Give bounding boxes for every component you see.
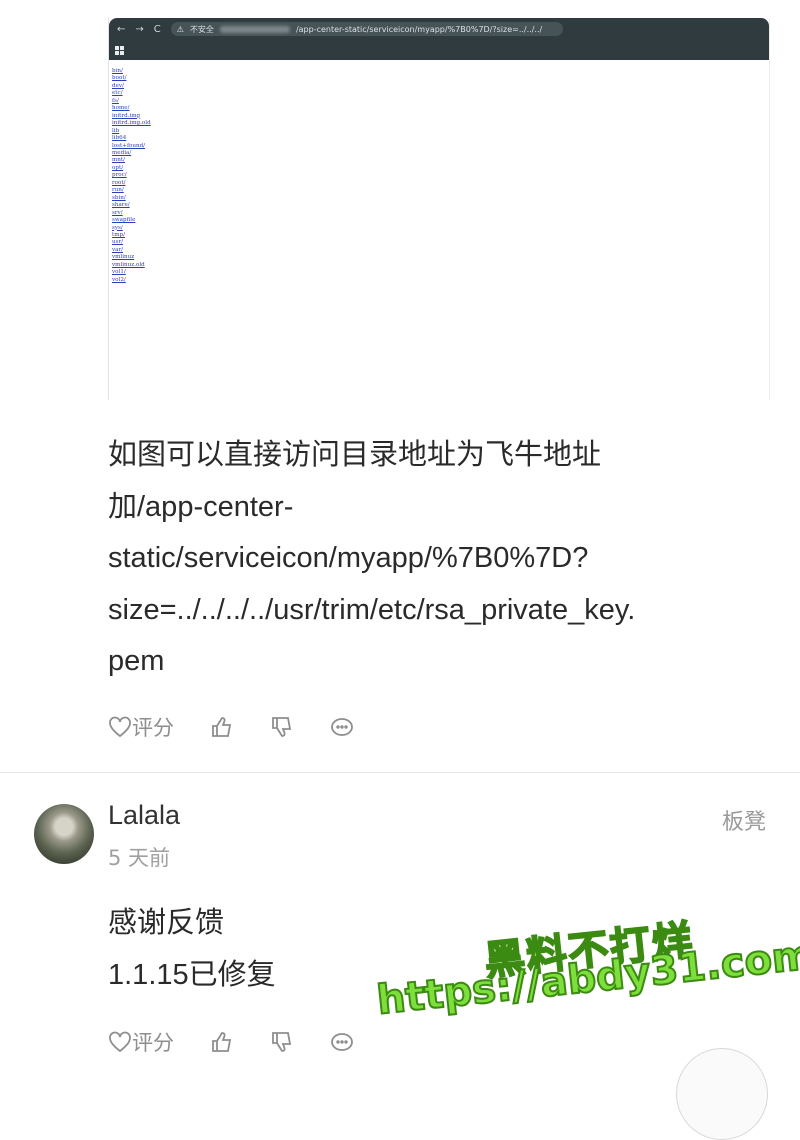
like-button[interactable] xyxy=(210,1031,234,1053)
avatar[interactable] xyxy=(34,804,94,864)
divider xyxy=(0,772,800,773)
reload-icon: C xyxy=(153,23,161,35)
comment-button[interactable] xyxy=(330,716,354,738)
post-line: 如图可以直接访问目录地址为飞牛地址 xyxy=(108,439,602,471)
directory-link[interactable]: vmlinuz xyxy=(112,254,151,261)
directory-link[interactable]: opt/ xyxy=(112,165,151,172)
directory-link[interactable]: mnt/ xyxy=(112,157,151,164)
directory-link[interactable]: tmp/ xyxy=(112,232,151,239)
heart-icon xyxy=(109,1031,131,1053)
directory-link[interactable]: vol2/ xyxy=(112,277,151,284)
post-line: size=../../../../usr/trim/etc/rsa_privat… xyxy=(108,593,636,626)
forward-icon: → xyxy=(135,23,144,35)
directory-link[interactable]: initrd.img xyxy=(112,113,151,120)
directory-link[interactable]: usr/ xyxy=(112,239,151,246)
heart-icon xyxy=(109,716,131,738)
dislike-button[interactable] xyxy=(270,716,294,738)
directory-link[interactable]: etc/ xyxy=(112,90,151,97)
dislike-button[interactable] xyxy=(270,1031,294,1053)
directory-listing: bin/boot/dev/etc/fs/home/initrd.img initr… xyxy=(112,68,151,284)
directory-link[interactable]: srv/ xyxy=(112,210,151,217)
directory-link[interactable]: initrd.img.old xyxy=(112,120,151,127)
rate-button[interactable]: 评分 xyxy=(108,712,174,742)
comment-line: 感谢反馈 xyxy=(108,907,225,939)
apps-grid-icon xyxy=(115,45,124,55)
comment-time: 5 天前 xyxy=(108,846,171,870)
directory-link[interactable]: proc/ xyxy=(112,172,151,179)
directory-link[interactable]: share/ xyxy=(112,202,151,209)
like-button[interactable] xyxy=(210,716,234,738)
post-line: pem xyxy=(108,645,165,677)
security-label: 不安全 xyxy=(189,24,214,34)
directory-link[interactable]: vmlinuz.old xyxy=(112,262,151,269)
post-line: 加/app-center- xyxy=(108,490,294,523)
directory-link[interactable]: bin/ xyxy=(112,68,151,75)
directory-link[interactable]: var/ xyxy=(112,247,151,254)
directory-link[interactable]: dev/ xyxy=(112,83,151,90)
comment-button[interactable] xyxy=(330,1031,354,1053)
directory-link[interactable]: sbin/ xyxy=(112,195,151,202)
warning-icon: ⚠ xyxy=(176,24,184,34)
directory-link[interactable]: swapfile xyxy=(112,217,151,224)
comment-actions: 评分 xyxy=(108,1027,390,1057)
redacted-host xyxy=(219,25,290,33)
comment-icon xyxy=(331,718,353,736)
browser-toolbar: ← → C ⚠ 不安全 /app-center-static/serviceic… xyxy=(109,18,769,40)
post-body: 如图可以直接访问目录地址为飞牛地址 加/app-center- static/s… xyxy=(108,430,768,688)
directory-link[interactable]: home/ xyxy=(112,105,151,112)
post-line: static/serviceicon/myapp/%7B0%7D? xyxy=(108,542,589,574)
rate-label: 评分 xyxy=(132,1031,174,1055)
comment-username[interactable]: Lalala xyxy=(108,800,180,831)
directory-link[interactable]: media/ xyxy=(112,150,151,157)
post-actions: 评分 xyxy=(108,712,390,742)
url-text: /app-center-static/serviceicon/myapp/%7B… xyxy=(295,24,543,34)
thumbs-up-icon xyxy=(212,1032,232,1052)
directory-link[interactable]: boot/ xyxy=(112,75,151,82)
comment-body: 感谢反馈 1.1.15已修复 xyxy=(108,897,276,1001)
directory-link[interactable]: fs/ xyxy=(112,98,151,105)
embedded-screenshot: ← → C ⚠ 不安全 /app-center-static/serviceic… xyxy=(108,18,770,400)
rate-button[interactable]: 评分 xyxy=(108,1027,174,1057)
comment-icon xyxy=(331,1033,353,1051)
bookmarks-bar xyxy=(109,40,769,60)
back-icon: ← xyxy=(117,23,126,35)
thumbs-up-icon xyxy=(212,717,232,737)
directory-link[interactable]: root/ xyxy=(112,180,151,187)
thumbs-down-icon xyxy=(272,1032,292,1052)
directory-link[interactable]: lib xyxy=(112,128,151,135)
comment-line: 1.1.15已修复 xyxy=(108,959,276,991)
directory-link[interactable]: lib64 xyxy=(112,135,151,142)
directory-link[interactable]: sys/ xyxy=(112,225,151,232)
directory-link[interactable]: lost+found/ xyxy=(112,143,151,150)
floor-label: 板凳 xyxy=(721,810,766,835)
directory-link[interactable]: run/ xyxy=(112,187,151,194)
rate-label: 评分 xyxy=(132,716,174,740)
address-bar: ⚠ 不安全 /app-center-static/serviceicon/mya… xyxy=(170,22,563,36)
directory-link[interactable]: vol1/ xyxy=(112,269,151,276)
floating-button[interactable] xyxy=(676,1048,768,1140)
thumbs-down-icon xyxy=(272,717,292,737)
